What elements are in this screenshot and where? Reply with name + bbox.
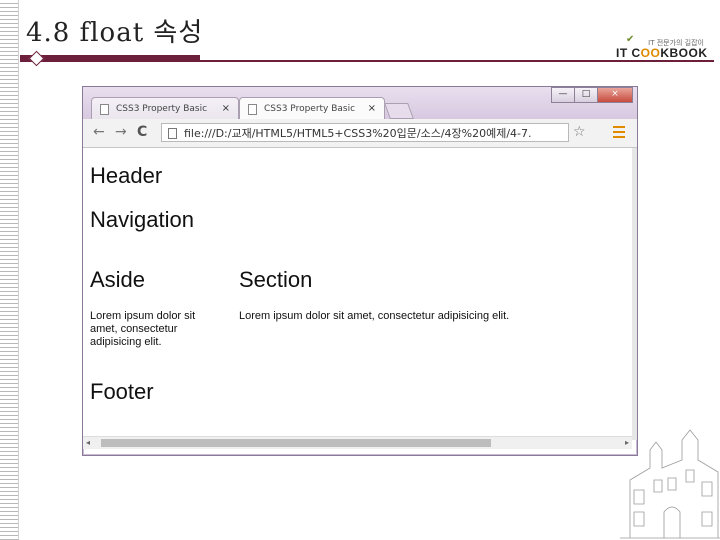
page-viewport: Header Navigation Aside Lorem ipsum dolo…: [83, 148, 632, 440]
aside-text: Lorem ipsum dolor sit amet, consectetur …: [90, 310, 196, 348]
new-tab-button[interactable]: [384, 103, 414, 119]
vertical-scrollbar[interactable]: [632, 148, 637, 440]
tab-2-active[interactable]: CSS3 Property Basic ×: [239, 97, 385, 119]
window-controls: — □ ×: [551, 87, 633, 103]
header-heading: Header: [90, 163, 163, 188]
document-icon: [248, 104, 257, 115]
scrollbar-thumb[interactable]: [101, 439, 491, 447]
address-text: file:///D:/교재/HTML5/HTML5+CSS3%20입문/소스/4…: [184, 127, 532, 140]
close-window-button[interactable]: ×: [597, 87, 633, 103]
section-text: Lorem ipsum dolor sit amet, consectetur …: [239, 310, 510, 322]
it-cookbook-logo: ✔ IT 전문가의 길잡이 IT COOKBOOK: [612, 30, 712, 62]
address-bar[interactable]: file:///D:/교재/HTML5/HTML5+CSS3%20입문/소스/4…: [161, 123, 569, 142]
building-sketch-icon: [620, 429, 720, 539]
reload-button[interactable]: C: [137, 124, 147, 140]
browser-window: CSS3 Property Basic × CSS3 Property Basi…: [82, 86, 638, 456]
page-icon: [168, 128, 177, 139]
tab-label: CSS3 Property Basic: [116, 104, 208, 114]
brand-name: IT COOKBOOK: [616, 46, 708, 60]
tab-label: CSS3 Property Basic: [264, 104, 356, 114]
menu-icon[interactable]: [613, 126, 625, 138]
navigation-heading: Navigation: [90, 207, 194, 232]
slide-title: 4.8 float 속성: [26, 18, 204, 48]
bookmark-star-icon[interactable]: ☆: [573, 124, 586, 140]
tab-close-icon[interactable]: ×: [368, 98, 376, 120]
document-icon: [100, 104, 109, 115]
footer-heading: Footer: [90, 379, 154, 404]
forward-button[interactable]: →: [115, 124, 127, 140]
tab-close-icon[interactable]: ×: [222, 98, 230, 120]
maximize-button[interactable]: □: [574, 87, 598, 103]
rule-diamond-icon: [28, 50, 45, 67]
tab-bar: CSS3 Property Basic × CSS3 Property Basi…: [83, 87, 637, 119]
browser-toolbar: ← → C file:///D:/교재/HTML5/HTML5+CSS3%20입…: [83, 119, 637, 148]
section-heading: Section: [239, 267, 313, 292]
minimize-button[interactable]: —: [551, 87, 575, 103]
back-button[interactable]: ←: [93, 124, 105, 140]
left-striped-margin: [0, 0, 19, 540]
title-rule-thick: [20, 55, 200, 62]
check-icon: ✔: [626, 34, 635, 45]
horizontal-scrollbar[interactable]: ◂ ▸: [83, 436, 632, 449]
scroll-left-icon[interactable]: ◂: [86, 437, 90, 449]
tab-1[interactable]: CSS3 Property Basic ×: [91, 97, 239, 119]
aside-heading: Aside: [90, 267, 146, 292]
